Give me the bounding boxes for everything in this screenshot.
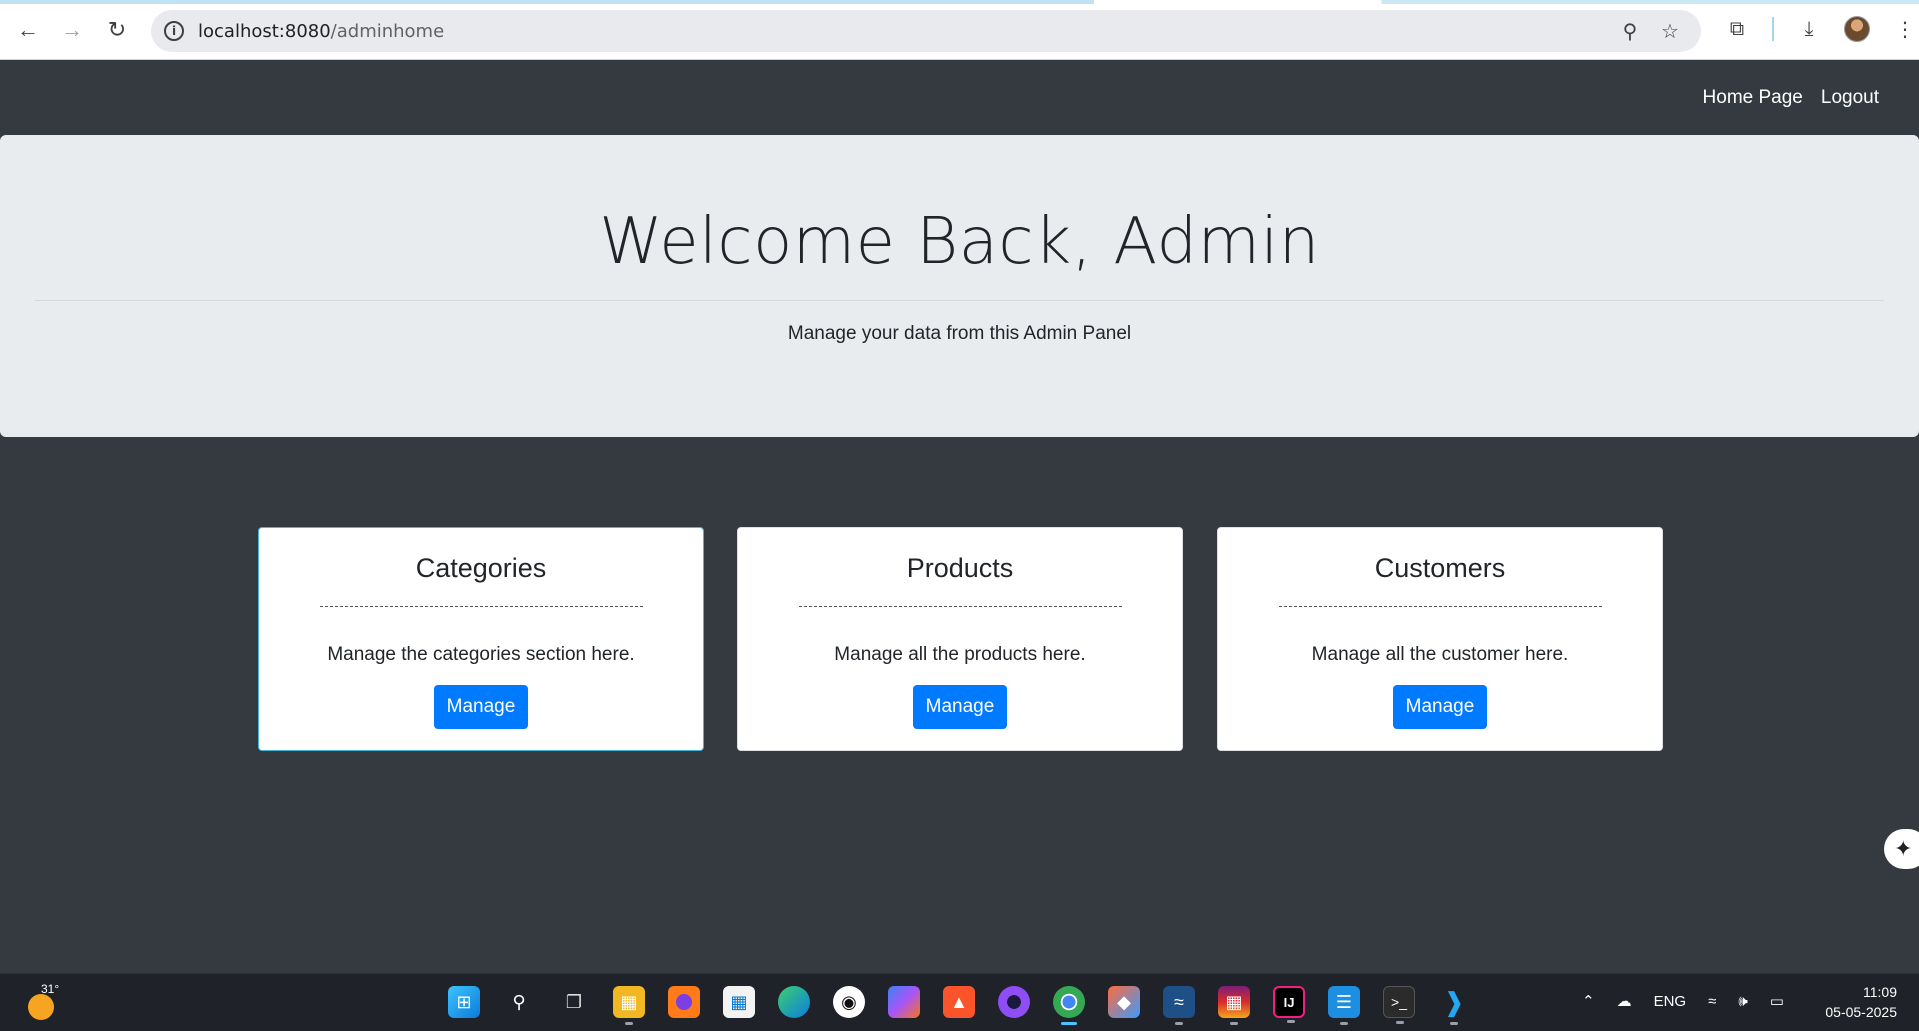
jumbotron-divider (35, 300, 1884, 301)
card-description: Manage all the products here. (834, 644, 1086, 665)
card-divider (799, 606, 1122, 607)
browser-toolbar: ← → ↻ i localhost:8080/adminhome ⚲ ☆ ⧉ ⤓… (0, 0, 1919, 60)
app-navbar: Home Page Logout (0, 61, 1919, 135)
winrar-icon[interactable]: ▦ (1218, 986, 1250, 1025)
language-indicator[interactable]: ENG (1654, 993, 1687, 1010)
brave-icon[interactable]: ▲ (943, 986, 975, 1018)
windows-start-icon[interactable]: ⊞ (448, 986, 480, 1018)
sparkle-assistant-icon[interactable]: ✦ (1884, 829, 1919, 869)
zoom-icon[interactable]: ⚲ (1617, 18, 1643, 44)
microsoft-store-icon[interactable]: ▦ (723, 986, 755, 1018)
menu-kebab-icon[interactable]: ⋮ (1890, 14, 1919, 44)
card-customers: Customers Manage all the customer here. … (1217, 527, 1663, 751)
card-description: Manage the categories section here. (327, 644, 635, 665)
tray-overflow-chevron-icon[interactable]: ⌃ (1582, 992, 1595, 1010)
manage-customers-button[interactable]: Manage (1393, 685, 1487, 729)
wifi-icon[interactable]: ≈ (1708, 993, 1716, 1010)
card-divider (320, 606, 643, 607)
onedrive-offline-icon[interactable]: ☁ (1617, 992, 1632, 1010)
notepad-icon[interactable]: ☰ (1328, 986, 1360, 1025)
system-clock[interactable]: 11:09 05-05-2025 (1825, 982, 1897, 1022)
back-arrow-icon[interactable]: ← (12, 14, 44, 46)
weather-widget[interactable]: 31° (26, 982, 59, 1020)
terminal-icon[interactable]: >_ (1383, 986, 1415, 1024)
file-explorer-icon[interactable]: ▦ (613, 986, 645, 1025)
clock-time: 11:09 (1863, 984, 1897, 1000)
profile-avatar[interactable] (1844, 16, 1870, 42)
address-url[interactable]: localhost:8080/adminhome (198, 21, 444, 42)
chrome-icon[interactable] (1053, 986, 1085, 1025)
task-view-icon[interactable]: ❐ (558, 986, 590, 1018)
card-title: Categories (415, 553, 547, 583)
github-icon[interactable]: ◉ (833, 986, 865, 1018)
edge-icon[interactable] (778, 986, 810, 1018)
bookmark-star-icon[interactable]: ☆ (1657, 18, 1683, 44)
clock-date: 05-05-2025 (1825, 1004, 1897, 1020)
search-icon[interactable]: ⚲ (503, 986, 535, 1018)
mysql-workbench-icon[interactable]: ≈ (1163, 986, 1195, 1025)
nav-link-logout[interactable]: Logout (1821, 87, 1879, 109)
copilot-icon[interactable] (888, 986, 920, 1018)
manage-products-button[interactable]: Manage (913, 685, 1007, 729)
page-subtitle: Manage your data from this Admin Panel (787, 323, 1132, 344)
site-info-icon[interactable]: i (164, 21, 184, 41)
download-icon[interactable]: ⤓ (1794, 14, 1824, 44)
firefox-icon[interactable] (668, 986, 700, 1018)
tor-browser-icon[interactable] (998, 986, 1030, 1018)
card-description: Manage all the customer here. (1311, 644, 1569, 665)
forward-arrow-icon[interactable]: → (56, 14, 88, 46)
reload-icon[interactable]: ↻ (101, 14, 133, 46)
windows-taskbar: 31° ⊞ ⚲ ❐ ▦ ▦ ◉ ▲ ◆ ≈ ▦ IJ ☰ >_ ❱ ⌃ ☁ EN… (0, 973, 1919, 1031)
page-title: Welcome Back, Admin (599, 205, 1320, 279)
loading-bar (0, 0, 1919, 4)
weather-temperature: 31° (41, 982, 60, 996)
manage-categories-button[interactable]: Manage (434, 685, 528, 729)
battery-icon[interactable]: ▭ (1770, 992, 1784, 1010)
card-divider (1279, 606, 1602, 607)
address-bar[interactable]: i localhost:8080/adminhome ⚲ ☆ (151, 10, 1701, 52)
extensions-icon[interactable]: ⧉ (1722, 14, 1752, 44)
weather-sun-icon (28, 994, 54, 1020)
card-title: Products (906, 553, 1014, 583)
nav-link-home-page[interactable]: Home Page (1703, 87, 1803, 109)
toolbar-divider (1772, 17, 1774, 41)
vscode-icon[interactable]: ❱ (1438, 986, 1470, 1025)
card-products: Products Manage all the products here. M… (737, 527, 1183, 751)
intellij-icon[interactable]: IJ (1273, 986, 1305, 1023)
card-title: Customers (1374, 553, 1506, 583)
welcome-jumbotron: Welcome Back, Admin Manage your data fro… (0, 135, 1919, 437)
git-kraken-icon[interactable]: ◆ (1108, 986, 1140, 1018)
volume-icon[interactable]: 🕪 (1738, 993, 1747, 1010)
card-categories: Categories Manage the categories section… (258, 527, 704, 751)
